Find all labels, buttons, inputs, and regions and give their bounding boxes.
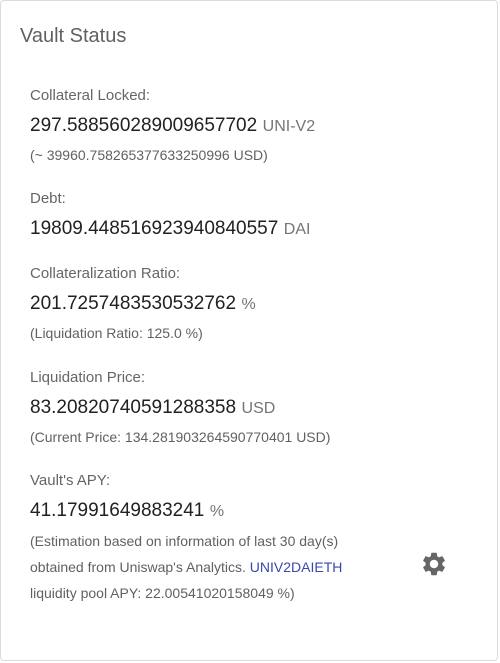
collateralization-label: Collateralization Ratio:: [30, 265, 181, 282]
apy-value: 41.17991649883241: [30, 500, 205, 521]
debt-unit: DAI: [283, 221, 311, 238]
collateralization-unit: %: [241, 296, 256, 313]
debt-label: Debt:: [30, 190, 66, 207]
card-title: Vault Status: [20, 25, 127, 47]
apy-note-line1: (Estimation based on information of last…: [30, 533, 339, 549]
apy-note-line3: liquidity pool APY: 22.00541020158049 %): [30, 585, 295, 601]
liquidation-price-label: Liquidation Price:: [30, 369, 146, 386]
apy-unit: %: [209, 503, 225, 520]
apy-section: Vault's APY: 41.17991649883241 % (Estima…: [30, 471, 342, 606]
debt-section: Debt: 19809.448516923940840557 DAI: [30, 189, 310, 241]
collateral-value-row: 297.588560289009657702 UNI-V2: [30, 114, 315, 138]
collateral-value: 297.588560289009657702: [30, 115, 258, 136]
apy-estimation-note: (Estimation based on information of last…: [30, 528, 342, 606]
liquidation-ratio-note: (Liquidation Ratio: 125.0 %): [30, 325, 203, 341]
apy-label: Vault's APY:: [30, 472, 111, 489]
apy-note-line2: obtained from Uniswap's Analytics. UNIV2…: [30, 554, 342, 580]
current-price-note: (Current Price: 134.281903264590770401 U…: [30, 429, 331, 445]
apy-value-row: 41.17991649883241 %: [30, 499, 342, 523]
collateral-section: Collateral Locked: 297.58856028900965770…: [30, 86, 315, 165]
collateralization-value: 201.7257483530532762: [30, 293, 237, 314]
vault-status-card: Vault Status Collateral Locked: 297.5885…: [0, 0, 498, 661]
collateral-label: Collateral Locked:: [30, 87, 151, 104]
debt-value-row: 19809.448516923940840557 DAI: [30, 217, 310, 241]
collateralization-section: Collateralization Ratio: 201.72574835305…: [30, 264, 256, 343]
collateral-usd-note: (~ 39960.758265377633250996 USD): [30, 147, 268, 163]
gear-icon[interactable]: [420, 550, 448, 578]
collateralization-value-row: 201.7257483530532762 %: [30, 292, 256, 316]
liquidation-price-section: Liquidation Price: 83.20820740591288358 …: [30, 368, 330, 447]
liquidation-price-unit: USD: [241, 400, 276, 417]
liquidation-price-value-row: 83.20820740591288358 USD: [30, 396, 330, 420]
debt-value: 19809.448516923940840557: [30, 218, 279, 239]
apy-note-line2-prefix: obtained from Uniswap's Analytics.: [30, 559, 246, 575]
pool-link-univ2daieth[interactable]: UNIV2DAIETH: [250, 559, 343, 575]
collateral-unit: UNI-V2: [262, 118, 316, 135]
liquidation-price-value: 83.20820740591288358: [30, 397, 237, 418]
